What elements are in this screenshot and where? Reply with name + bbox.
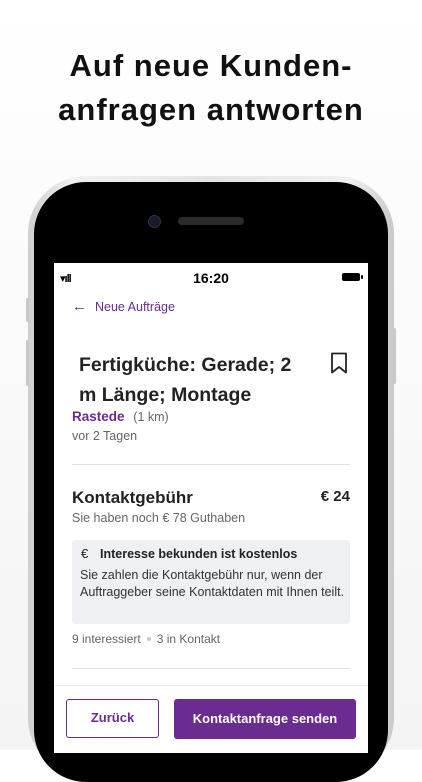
location-row: Rastede (1 km) — [72, 409, 169, 424]
location-city[interactable]: Rastede — [72, 409, 125, 424]
status-bar: ▾ıll 16:20 — [54, 263, 368, 291]
balance-text: Sie haben noch € 78 Guthaben — [72, 511, 246, 525]
divider — [72, 668, 350, 669]
action-bar: Zurück Kontaktanfrage senden — [54, 685, 368, 753]
phone-volume-button — [26, 340, 29, 386]
info-title: Interesse bekunden ist kostenlos — [100, 547, 298, 561]
divider — [72, 464, 350, 465]
arrow-left-icon: ← — [72, 298, 87, 315]
fee-title: Kontaktgebühr — [72, 488, 193, 507]
camera-icon — [148, 215, 161, 228]
back-to-new-jobs-link[interactable]: ← Neue Aufträge — [72, 297, 175, 317]
back-button[interactable]: Zurück — [66, 699, 159, 738]
euro-icon: € — [81, 546, 89, 561]
in-contact-count: 3 in Kontakt — [156, 632, 221, 646]
separator-dot — [146, 637, 151, 641]
status-time: 16:20 — [193, 270, 229, 286]
fee-amount: € 24 — [320, 488, 350, 505]
send-contact-request-button[interactable]: Kontaktanfrage senden — [174, 699, 356, 739]
headline-line-1: Auf neue Kunden- — [69, 48, 353, 83]
posted-date: vor 2 Tagen — [72, 429, 138, 443]
phone-side-button — [26, 298, 29, 322]
headline: Auf neue Kunden- anfragen antworten — [0, 44, 422, 132]
info-box: € Interesse bekunden ist kostenlos Sie z… — [72, 540, 350, 624]
interested-count: 9 interessiert — [72, 632, 141, 646]
interest-stats: 9 interessiert 3 in Kontakt — [72, 632, 220, 646]
back-link-label: Neue Aufträge — [95, 300, 175, 314]
phone-power-button — [393, 328, 396, 384]
job-title: Fertigküche: Gerade; 2 m Länge; Montage — [79, 354, 292, 406]
speaker-grille — [178, 217, 244, 225]
info-text: Sie zahlen die Kontaktgebühr nur, wenn d… — [80, 568, 345, 599]
battery-icon — [342, 273, 363, 281]
location-distance: (1 km) — [133, 410, 169, 424]
phone-screen: ▾ıll 16:20 ← Neue Aufträge Fertigküche: … — [54, 263, 368, 753]
headline-line-2: anfragen antworten — [58, 92, 364, 127]
bookmark-icon[interactable] — [330, 352, 348, 374]
